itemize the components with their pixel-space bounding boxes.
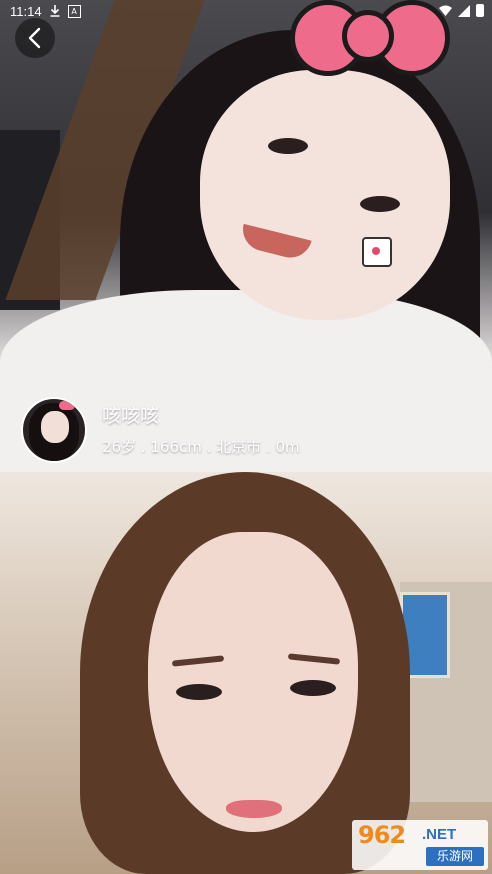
status-time: 11:14 <box>10 3 42 19</box>
a-icon: A <box>67 4 81 18</box>
status-bar: 11:14 A <box>0 0 492 22</box>
profile-summary: 咳咳咳 26岁 . 166cm . 北京市 . 0m <box>21 397 300 463</box>
profile-name: 咳咳咳 <box>102 404 160 427</box>
watermark-chinese: 乐游网 <box>426 847 484 866</box>
signal-icon <box>458 4 470 17</box>
site-watermark: 962 .NET 乐游网 <box>352 820 488 870</box>
wifi-icon <box>439 5 452 16</box>
watermark-domain: .NET <box>422 826 457 843</box>
download-icon <box>50 5 60 17</box>
watermark-number: 962 <box>358 821 406 849</box>
cheek-sticker <box>362 237 392 267</box>
battery-icon <box>476 4 484 17</box>
back-button[interactable] <box>15 18 55 58</box>
profile-photo-2[interactable] <box>0 472 492 874</box>
profile-info: 咳咳咳 26岁 . 166cm . 北京市 . 0m <box>102 404 300 457</box>
chevron-left-icon <box>28 27 41 49</box>
photo-2-scene <box>0 472 492 874</box>
avatar[interactable] <box>21 397 87 463</box>
profile-details: 26岁 . 166cm . 北京市 . 0m <box>102 437 300 456</box>
